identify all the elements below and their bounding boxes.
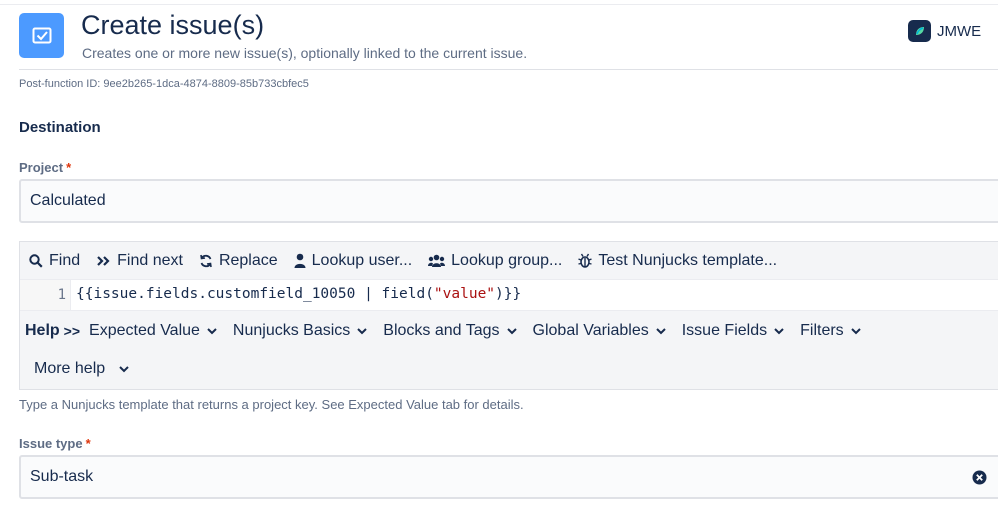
lookup-user-button[interactable]: Lookup user... [294, 251, 413, 270]
tab-label: Filters [800, 322, 844, 339]
chevron-down-icon [850, 327, 861, 334]
test-template-button[interactable]: Test Nunjucks template... [578, 252, 777, 270]
project-value: Calculated [30, 192, 106, 209]
required-marker: * [66, 160, 72, 175]
chevron-down-icon [207, 327, 217, 334]
replace-button[interactable]: Replace [199, 252, 278, 270]
code-string-literal: "value" [433, 286, 496, 302]
issue-type-label: Issue type * [19, 436, 91, 451]
tab-label: Expected Value [89, 322, 200, 339]
tab-nunjucks-basics[interactable]: Nunjucks Basics [232, 322, 368, 340]
page-title: Create issue(s) [81, 10, 265, 40]
tab-label: Issue Fields [681, 322, 768, 339]
editor-toolbar: Find Find next Replace Lookup user... Lo… [20, 242, 998, 279]
project-label-text: Project [19, 160, 64, 175]
code-line: {{issue.fields.customfield_10050 | field… [76, 286, 521, 302]
clear-icon[interactable] [972, 470, 987, 485]
bug-icon [578, 253, 593, 268]
top-border [0, 4, 998, 5]
group-icon [428, 254, 446, 267]
tab-issue-fields[interactable]: Issue Fields [682, 322, 784, 340]
page-subtitle: Creates one or more new issue(s), option… [82, 45, 528, 61]
header-divider [19, 69, 998, 70]
project-hint: Type a Nunjucks template that returns a … [19, 397, 524, 412]
replace-label: Replace [218, 251, 278, 269]
post-function-id: Post-function ID: 9ee2b265-1dca-4874-880… [19, 78, 309, 90]
post-function-header: Create issue(s) Creates one or more new … [19, 10, 998, 71]
chevron-down-icon [357, 327, 368, 334]
tab-expected-value[interactable]: Expected Value [89, 322, 217, 340]
user-icon [294, 253, 306, 268]
tab-label: Blocks and Tags [383, 322, 500, 339]
template-editor: Find Find next Replace Lookup user... Lo… [19, 241, 998, 390]
code-text-before: {{issue.fields.customfield_10050 | field… [76, 286, 434, 302]
issue-type-label-text: Issue type [19, 436, 83, 451]
find-next-icon [97, 255, 110, 266]
checkbox-icon [19, 13, 64, 58]
replace-icon [200, 254, 212, 267]
tab-filters[interactable]: Filters [800, 322, 861, 340]
find-next-label: Find next [117, 251, 183, 269]
project-label: Project * [19, 160, 71, 175]
chevron-down-icon [119, 365, 129, 372]
tab-global-variables[interactable]: Global Variables [533, 322, 666, 340]
find-button[interactable]: Find [29, 252, 80, 270]
more-help-row: More help [20, 350, 998, 388]
find-next-button[interactable]: Find next [96, 252, 183, 270]
project-select[interactable]: Calculated [19, 179, 998, 223]
section-title-destination: Destination [19, 119, 101, 136]
search-icon [29, 253, 43, 268]
chevron-down-icon [774, 327, 784, 334]
line-gutter: 1 [20, 280, 71, 310]
code-text-after: )}} [495, 286, 522, 302]
required-marker: * [85, 436, 91, 451]
help-label: Help [25, 322, 60, 339]
chevron-down-icon [506, 327, 517, 334]
lookup-group-label: Lookup group... [451, 251, 563, 269]
brand-name: JMWE [937, 22, 982, 40]
tab-more-help[interactable]: More help [34, 360, 129, 378]
code-input[interactable]: 1 {{issue.fields.customfield_10050 | fie… [20, 279, 998, 311]
tab-blocks-and-tags[interactable]: Blocks and Tags [383, 322, 517, 340]
chevron-down-icon [656, 327, 666, 334]
issue-type-value: Sub-task [30, 468, 94, 485]
brand: JMWE [908, 20, 981, 42]
find-label: Find [49, 251, 81, 269]
jmwe-logo-icon [908, 20, 931, 42]
help-tabs: Help >> Expected Value Nunjucks Basics B… [20, 312, 998, 350]
help-arrows: >> [63, 323, 81, 339]
issue-type-select[interactable]: Sub-task [19, 455, 998, 499]
line-number: 1 [57, 287, 66, 303]
lookup-group-button[interactable]: Lookup group... [428, 252, 562, 270]
tab-label: Global Variables [532, 322, 649, 339]
lookup-user-label: Lookup user... [311, 251, 413, 269]
test-template-label: Test Nunjucks template... [598, 251, 778, 269]
tab-label: More help [34, 360, 106, 377]
tab-label: Nunjucks Basics [232, 322, 351, 339]
